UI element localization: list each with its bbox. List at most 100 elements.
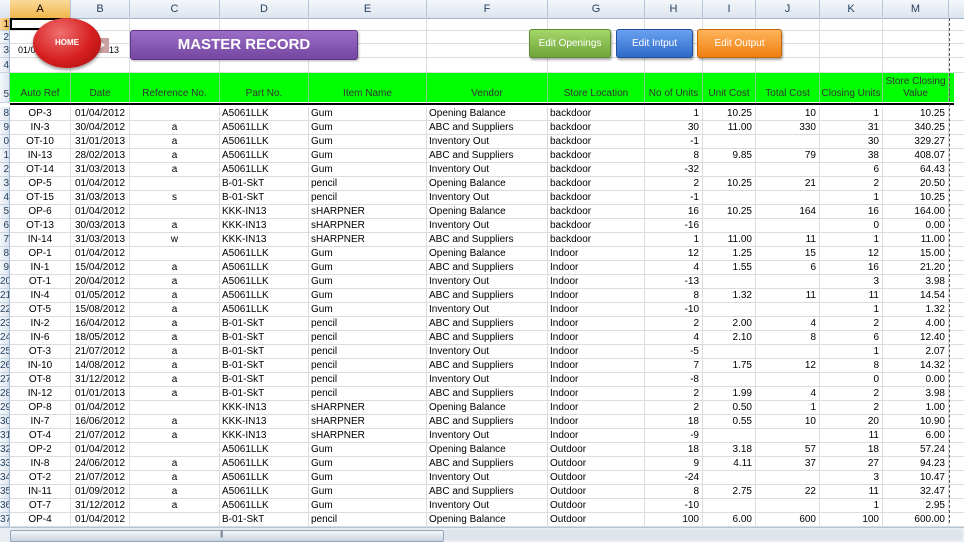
cell-no-of-units[interactable]: -32 [645,163,703,176]
cell-part-no[interactable]: A5061LLK [220,471,309,484]
cell-unit-cost[interactable]: 1.55 [703,261,756,274]
cell-vendor[interactable]: Inventory Out [427,275,548,288]
cell-vendor[interactable]: Inventory Out [427,471,548,484]
cell-store-closing-value[interactable]: 0.00 [883,373,949,386]
cell-item-name[interactable]: Gum [309,121,427,134]
cell-vendor[interactable]: ABC and Suppliers [427,457,548,470]
cell-total-cost[interactable] [756,471,820,484]
cell-unit-cost[interactable]: 6.00 [703,513,756,526]
row-header[interactable]: 30 [0,415,10,429]
cell-part-no[interactable]: A5061LLK [220,499,309,512]
row-header[interactable]: 27 [0,373,10,387]
cell-unit-cost[interactable]: 11.00 [703,121,756,134]
cell-reference-no[interactable]: a [130,135,220,148]
cell-store-location[interactable]: Indoor [548,373,645,386]
cell-closing-units[interactable]: 12 [820,247,883,260]
cell-unit-cost[interactable] [703,429,756,442]
cell-unit-cost[interactable]: 10.25 [703,177,756,190]
cell-store-closing-value[interactable]: 2.95 [883,499,949,512]
cell-reference-no[interactable]: a [130,121,220,134]
row-header[interactable]: 2 [0,163,10,177]
cell-item-name[interactable]: Gum [309,261,427,274]
column-header-e[interactable]: E [309,0,427,18]
grid-cell[interactable] [703,58,756,72]
cell-item-name[interactable]: pencil [309,387,427,400]
cell-reference-no[interactable]: a [130,359,220,372]
column-header-j[interactable]: J [756,0,820,18]
row-header[interactable]: 6 [0,219,10,233]
cell-reference-no[interactable] [130,107,220,120]
cell-auto-ref[interactable]: IN-8 [10,457,71,470]
row-header[interactable]: 5 [0,205,10,219]
cell-reference-no[interactable]: w [130,233,220,246]
cell-date[interactable]: 31/03/2013 [71,163,130,176]
cell-store-location[interactable]: Indoor [548,331,645,344]
cell-no-of-units[interactable]: 16 [645,205,703,218]
cell-store-location[interactable]: Indoor [548,429,645,442]
cell-closing-units[interactable]: 3 [820,471,883,484]
cell-auto-ref[interactable]: OT-8 [10,373,71,386]
grid-cell[interactable] [883,31,949,43]
grid-cell[interactable] [820,44,883,57]
grid-cell[interactable] [220,58,309,72]
cell-unit-cost[interactable] [703,303,756,316]
cell-no-of-units[interactable]: 2 [645,317,703,330]
cell-store-location[interactable]: backdoor [548,233,645,246]
cell-vendor[interactable]: Inventory Out [427,429,548,442]
cell-store-closing-value[interactable]: 3.98 [883,275,949,288]
cell-part-no[interactable]: B-01-SkT [220,387,309,400]
cell-total-cost[interactable]: 11 [756,289,820,302]
row-header[interactable]: 33 [0,457,10,471]
cell-part-no[interactable]: KKK-IN13 [220,429,309,442]
row-header[interactable]: 26 [0,359,10,373]
row-header[interactable]: 0 [0,135,10,149]
cell-date[interactable]: 15/04/2012 [71,261,130,274]
cell-closing-units[interactable]: 1 [820,345,883,358]
row-header[interactable]: 7 [0,233,10,247]
cell-unit-cost[interactable] [703,275,756,288]
cell-part-no[interactable]: A5061LLK [220,149,309,162]
cell-no-of-units[interactable]: -10 [645,303,703,316]
cell-vendor[interactable]: Opening Balance [427,443,548,456]
cell-vendor[interactable]: Inventory Out [427,219,548,232]
row-header[interactable]: 8 [0,107,10,121]
cell-no-of-units[interactable]: 2 [645,401,703,414]
row-header[interactable]: 23 [0,317,10,331]
cell-item-name[interactable]: sHARPNER [309,205,427,218]
cell-unit-cost[interactable] [703,499,756,512]
row-header[interactable]: 1 [0,149,10,163]
row-header[interactable]: 32 [0,443,10,457]
cell-auto-ref[interactable]: OT-10 [10,135,71,148]
cell-closing-units[interactable]: 11 [820,485,883,498]
column-header-c[interactable]: C [130,0,220,18]
cell-item-name[interactable]: pencil [309,345,427,358]
cell-closing-units[interactable]: 1 [820,191,883,204]
edit-openings-button[interactable]: Edit Openings [529,29,611,58]
cell-closing-units[interactable]: 31 [820,121,883,134]
grid-cell[interactable] [883,18,949,30]
cell-part-no[interactable]: KKK-IN13 [220,401,309,414]
cell-item-name[interactable]: sHARPNER [309,415,427,428]
cell-unit-cost[interactable] [703,345,756,358]
cell-store-location[interactable]: Outdoor [548,471,645,484]
cell-date[interactable]: 21/07/2012 [71,345,130,358]
cell-part-no[interactable]: A5061LLK [220,485,309,498]
cell-part-no[interactable]: A5061LLK [220,107,309,120]
cell-store-location[interactable]: backdoor [548,149,645,162]
cell-total-cost[interactable]: 10 [756,107,820,120]
cell-date[interactable]: 01/04/2012 [71,401,130,414]
cell-total-cost[interactable]: 22 [756,485,820,498]
cell-auto-ref[interactable]: IN-13 [10,149,71,162]
cell-part-no[interactable]: A5061LLK [220,135,309,148]
cell-reference-no[interactable]: a [130,415,220,428]
cell-date[interactable]: 01/04/2012 [71,513,130,526]
cell-closing-units[interactable]: 2 [820,387,883,400]
column-header-m[interactable]: M [883,0,949,18]
cell-vendor[interactable]: ABC and Suppliers [427,387,548,400]
cell-reference-no[interactable] [130,513,220,526]
row-header[interactable]: 22 [0,303,10,317]
row-header[interactable]: 35 [0,485,10,499]
cell-vendor[interactable]: ABC and Suppliers [427,121,548,134]
cell-vendor[interactable]: Opening Balance [427,205,548,218]
cell-auto-ref[interactable]: IN-10 [10,359,71,372]
